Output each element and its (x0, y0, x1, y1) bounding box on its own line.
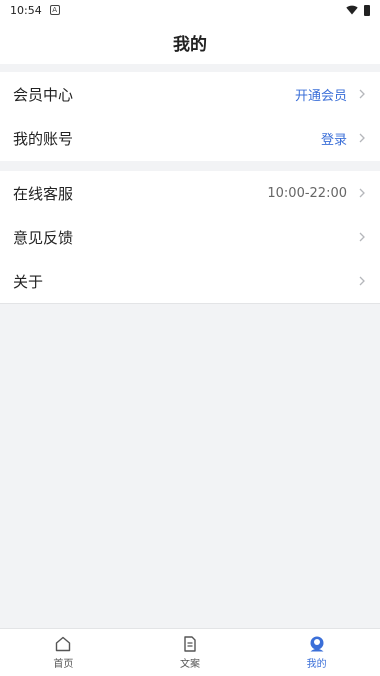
document-icon (184, 636, 196, 652)
wifi-icon (346, 5, 358, 15)
my-account-label: 我的账号 (13, 129, 74, 148)
status-time: 10:54 (10, 3, 42, 17)
online-service-label: 在线客服 (13, 184, 74, 203)
home-icon (56, 636, 71, 652)
chevron-right-icon (359, 188, 365, 198)
membership-center-label: 会员中心 (13, 85, 74, 104)
tab-bar: 首页 文案 我的 (0, 628, 380, 676)
page-title: 我的 (173, 34, 207, 55)
chevron-right-icon (359, 89, 365, 99)
membership-center-row[interactable]: 会员中心 开通会员 (0, 72, 380, 116)
tab-home[interactable]: 首页 (0, 629, 127, 676)
profile-icon (310, 636, 324, 652)
chevron-right-icon (359, 276, 365, 286)
battery-icon (364, 4, 370, 16)
screen: 10:54 A 我的 会员中心 开通会员 我的账号 登录 在线客服 10:00-… (0, 0, 380, 676)
about-label: 关于 (13, 272, 44, 291)
header: 我的 (0, 20, 380, 64)
tab-copywriting[interactable]: 文案 (127, 629, 254, 676)
feedback-label: 意见反馈 (13, 228, 74, 247)
open-membership-link[interactable]: 开通会员 (295, 85, 347, 104)
account-group: 会员中心 开通会员 我的账号 登录 (0, 72, 380, 161)
tab-mine-label: 我的 (306, 659, 327, 670)
status-right (346, 4, 370, 16)
notification-icon: A (49, 5, 60, 15)
chevron-right-icon (359, 133, 365, 143)
online-service-row[interactable]: 在线客服 10:00-22:00 (0, 171, 380, 215)
tab-copywriting-label: 文案 (180, 659, 200, 670)
my-account-row[interactable]: 我的账号 登录 (0, 116, 380, 160)
chevron-right-icon (359, 232, 365, 242)
service-hours: 10:00-22:00 (267, 185, 347, 201)
about-row[interactable]: 关于 (0, 259, 380, 303)
login-link[interactable]: 登录 (321, 129, 347, 148)
feedback-row[interactable]: 意见反馈 (0, 215, 380, 259)
status-bar: 10:54 A (0, 0, 380, 20)
service-group: 在线客服 10:00-22:00 意见反馈 关于 (0, 171, 380, 304)
tab-home-label: 首页 (53, 659, 74, 670)
tab-mine[interactable]: 我的 (253, 629, 380, 676)
